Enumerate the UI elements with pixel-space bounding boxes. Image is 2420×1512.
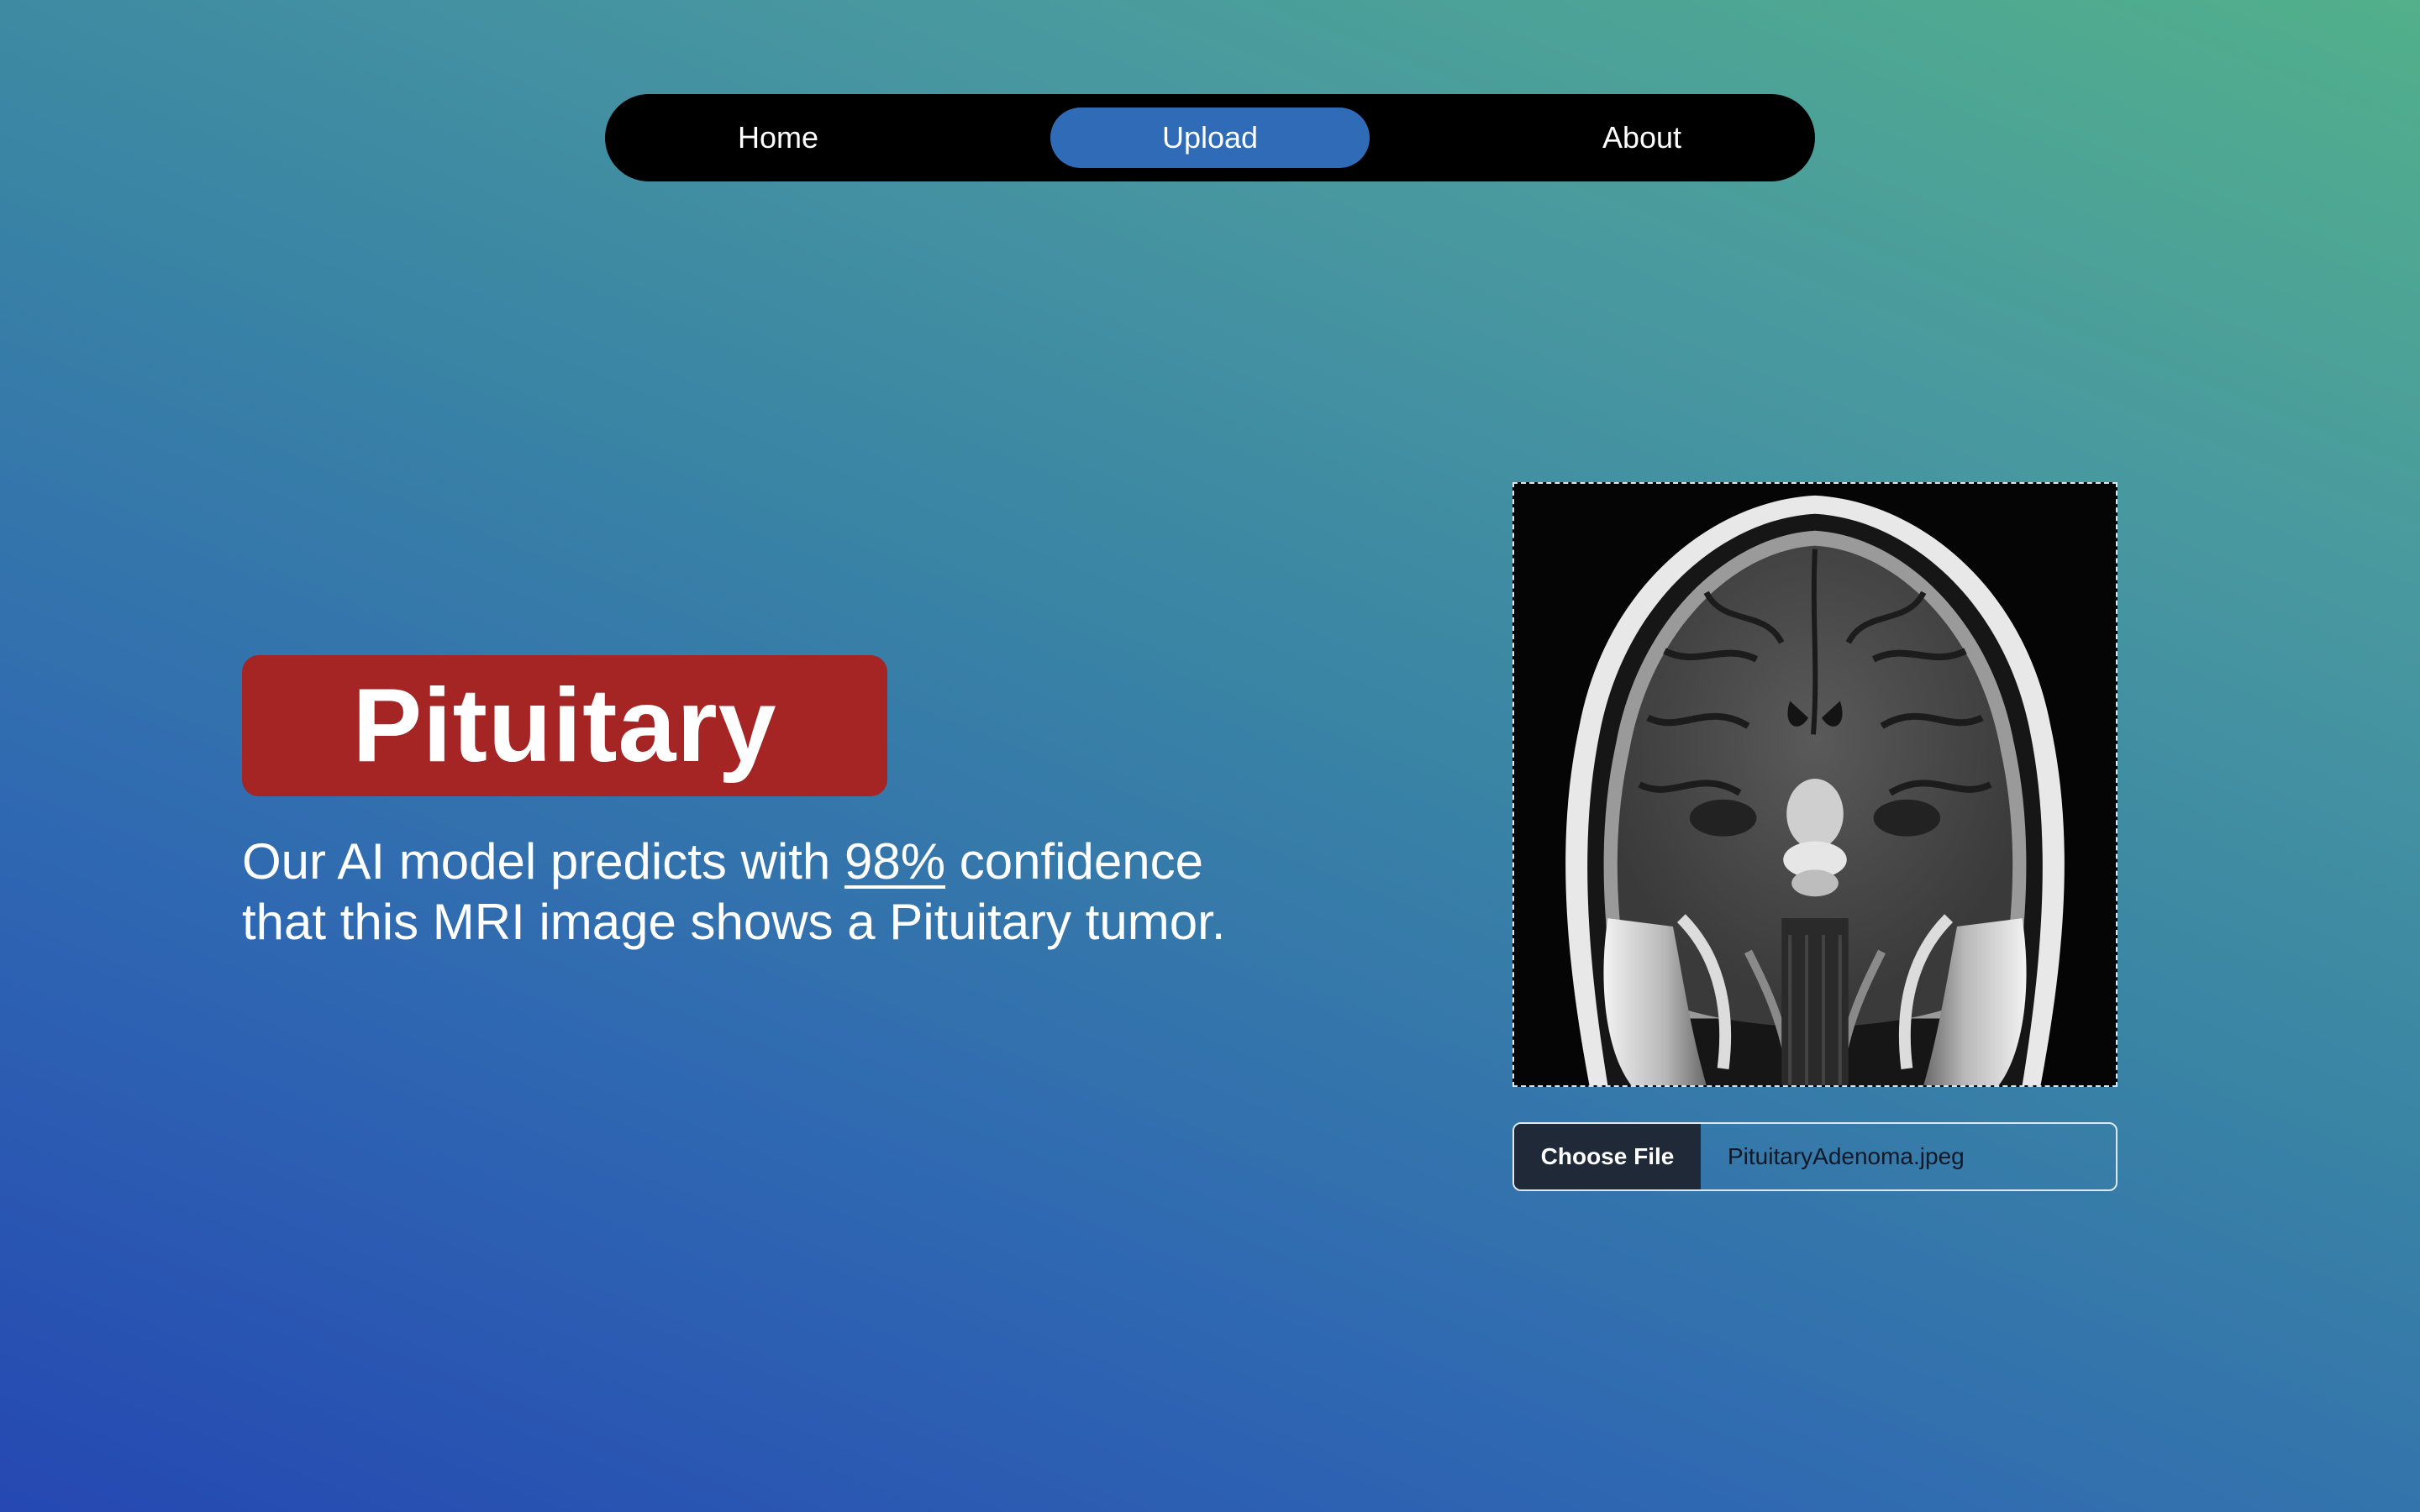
top-nav: Home Upload About (605, 94, 1815, 181)
mri-brain-image (1514, 484, 2116, 1085)
nav-home[interactable]: Home (618, 108, 938, 168)
prediction-label: Pituitary (242, 655, 887, 796)
confidence-value: 98% (844, 833, 946, 890)
selected-file-name: PituitaryAdenoma.jpeg (1728, 1143, 1965, 1169)
nav-upload[interactable]: Upload (1050, 108, 1370, 168)
mri-image-preview (1512, 482, 2118, 1087)
nav-about[interactable]: About (1482, 108, 1802, 168)
prediction-text-start: Our AI model predicts with (242, 833, 844, 890)
choose-file-button[interactable]: Choose File (1514, 1124, 1701, 1189)
prediction-description: Our AI model predicts with 98% confidenc… (242, 832, 1250, 953)
file-upload-input[interactable]: Choose File PituitaryAdenoma.jpeg (1512, 1122, 2118, 1191)
